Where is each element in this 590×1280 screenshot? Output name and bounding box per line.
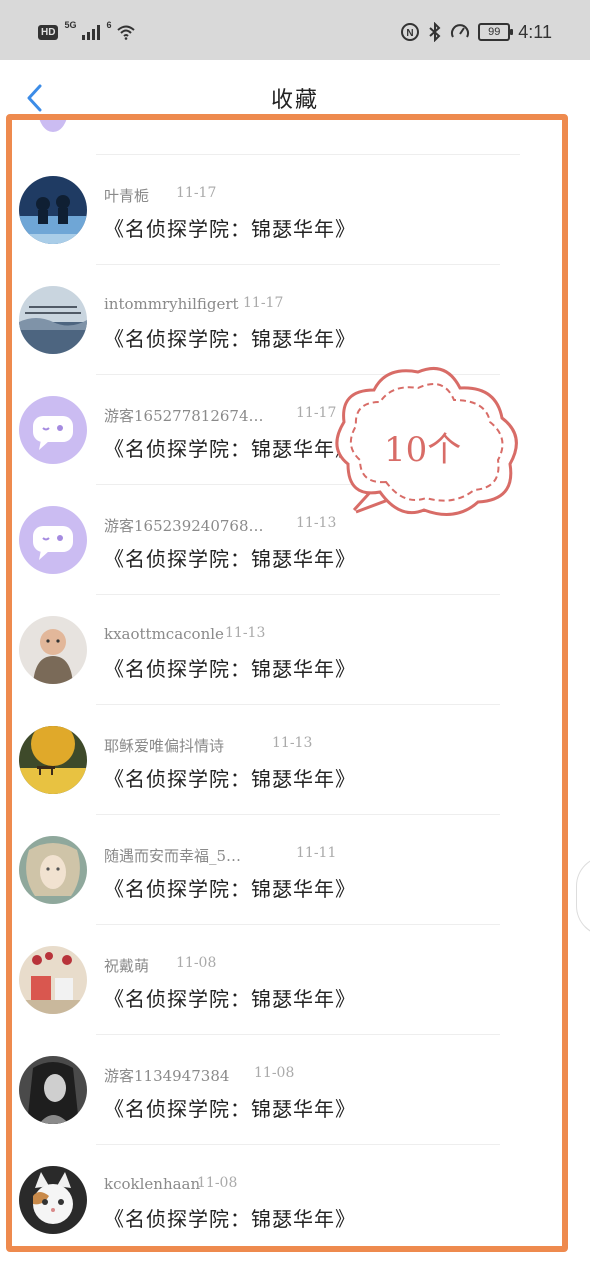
list-item[interactable]: 祝戴萌 11-08 《名侦探学院：锦瑟华年》: [0, 925, 570, 1035]
user-name: 游客165239240768…: [104, 517, 264, 535]
list-item[interactable]: 耶稣爱唯偏抖情诗 11-13 《名侦探学院：锦瑟华年》: [0, 705, 570, 815]
item-date: 11-11: [296, 845, 337, 861]
item-date: 11-17: [176, 185, 217, 201]
book-title[interactable]: 《名侦探学院：锦瑟华年》: [104, 543, 356, 572]
book-title[interactable]: 《名侦探学院：锦瑟华年》: [104, 653, 356, 682]
list-item[interactable]: kxaottmcaconle 11-13 《名侦探学院：锦瑟华年》: [0, 595, 570, 705]
list-item[interactable]: 叶青栀 11-17 《名侦探学院：锦瑟华年》: [0, 155, 570, 265]
battery-icon: 99: [478, 23, 514, 41]
status-bar: HD 5G 6 N 99 4:11: [0, 0, 590, 60]
item-date: 11-13: [225, 625, 266, 641]
book-title[interactable]: 《名侦探学院：锦瑟华年》: [104, 983, 356, 1012]
list-item[interactable]: 随遇而安而幸福_5… 11-11 《名侦探学院：锦瑟华年》: [0, 815, 570, 925]
book-title[interactable]: 《名侦探学院：锦瑟华年》: [104, 433, 356, 462]
partial-avatar: [38, 118, 68, 132]
book-title[interactable]: 《名侦探学院：锦瑟华年》: [104, 763, 356, 792]
status-bar-left: HD 5G 6: [38, 20, 136, 44]
user-name: 耶稣爱唯偏抖情诗: [104, 737, 225, 755]
bluetooth-icon: [429, 22, 441, 42]
avatar: [19, 506, 87, 574]
avatar: [19, 616, 87, 684]
avatar: [19, 946, 87, 1014]
list-item[interactable]: 游客1134947384 11-08 《名侦探学院：锦瑟华年》: [0, 1035, 570, 1145]
nfc-icon: N: [401, 23, 420, 41]
item-date: 11-08: [254, 1065, 295, 1081]
user-name: kcoklenhaan: [104, 1175, 201, 1193]
wifi-icon: [117, 25, 136, 40]
favorites-list: 叶青栀 11-17 《名侦探学院：锦瑟华年》 intommryhilfigert…: [0, 118, 590, 1258]
list-item[interactable]: kcoklenhaan 11-08 《名侦探学院：锦瑟华年》: [0, 1145, 570, 1255]
network-type: 5G: [64, 20, 77, 30]
avatar: [19, 1166, 87, 1234]
clock: 4:11: [518, 21, 552, 42]
book-title[interactable]: 《名侦探学院：锦瑟华年》: [104, 873, 356, 902]
user-name: 随遇而安而幸福_5…: [104, 847, 242, 865]
item-date: 11-08: [176, 955, 217, 971]
avatar: [19, 836, 87, 904]
speedometer-icon: [451, 24, 470, 38]
user-name: 叶青栀: [104, 187, 150, 205]
bottom-strip: [0, 1258, 590, 1280]
book-title[interactable]: 《名侦探学院：锦瑟华年》: [104, 1203, 356, 1232]
user-name: kxaottmcaconle: [104, 625, 224, 643]
user-name: 游客1134947384: [104, 1067, 230, 1085]
list-item[interactable]: intommryhilfigert 11-17 《名侦探学院：锦瑟华年》: [0, 265, 570, 375]
signal-icon: [82, 24, 101, 40]
avatar: [19, 286, 87, 354]
hd-badge: HD: [38, 24, 59, 40]
item-date: 11-17: [243, 295, 284, 311]
book-title[interactable]: 《名侦探学院：锦瑟华年》: [104, 323, 356, 352]
user-name: 游客165277812674…: [104, 407, 264, 425]
item-date: 11-08: [197, 1175, 238, 1191]
wifi-label: 6: [106, 20, 112, 30]
user-name: 祝戴萌: [104, 957, 150, 975]
page-title: 收藏: [270, 88, 319, 113]
item-date: 11-13: [272, 735, 313, 751]
annotation-label: 10个: [384, 430, 462, 470]
avatar: [19, 726, 87, 794]
avatar: [19, 176, 87, 244]
book-title[interactable]: 《名侦探学院：锦瑟华年》: [104, 1093, 356, 1122]
avatar: [19, 396, 87, 464]
user-name: intommryhilfigert: [104, 295, 239, 313]
svg-text:N: N: [407, 28, 414, 39]
status-bar-right: N 99 4:11: [400, 20, 552, 44]
book-title[interactable]: 《名侦探学院：锦瑟华年》: [104, 213, 356, 242]
avatar: [19, 1056, 87, 1124]
